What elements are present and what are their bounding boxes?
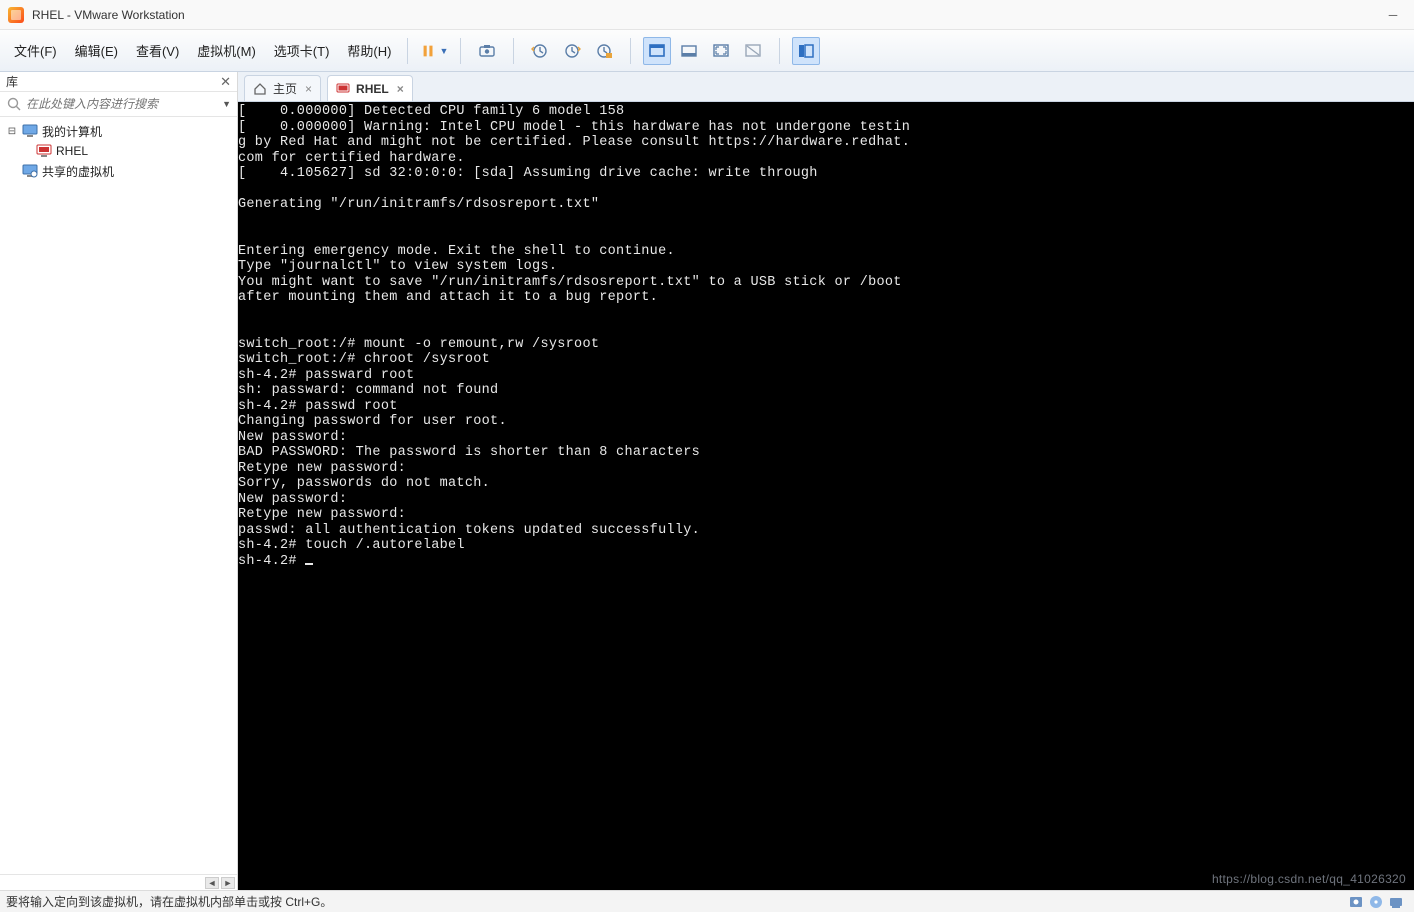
- menu-vm[interactable]: 虚拟机(M): [191, 37, 262, 64]
- tree-row-my-computer[interactable]: ⊟ 我的计算机: [0, 121, 237, 141]
- tab-label: RHEL: [356, 82, 389, 96]
- tree-row-rhel[interactable]: RHEL: [0, 141, 237, 161]
- sidebar-title: 库: [6, 73, 18, 90]
- clock-manage-icon: [595, 42, 613, 60]
- snapshot-back-button[interactable]: [526, 37, 554, 65]
- vm-icon: [36, 144, 52, 158]
- view-console-button[interactable]: [643, 37, 671, 65]
- window-controls: ─: [1386, 8, 1406, 22]
- home-icon: [253, 82, 267, 96]
- sidebar-search: ▼: [0, 92, 237, 117]
- tree-toggle-icon[interactable]: ⊟: [6, 126, 18, 137]
- view-unity-button[interactable]: [675, 37, 703, 65]
- tree-label: 共享的虚拟机: [42, 163, 114, 180]
- sidebar: 库 ✕ ▼ ⊟ 我的计算机 RHEL 共享的虚拟机: [0, 72, 238, 890]
- window-title: RHEL - VMware Workstation: [32, 8, 1386, 22]
- menu-help[interactable]: 帮助(H): [341, 37, 397, 64]
- view-fullscreen-button[interactable]: [707, 37, 735, 65]
- tab-label: 主页: [273, 80, 297, 97]
- search-input[interactable]: [26, 97, 218, 111]
- tab-home[interactable]: 主页 ×: [244, 75, 321, 101]
- toolbar-separator: [407, 38, 408, 64]
- pause-icon: [420, 42, 436, 60]
- main-area: 库 ✕ ▼ ⊟ 我的计算机 RHEL 共享的虚拟机: [0, 72, 1414, 890]
- shared-vm-icon: [22, 164, 38, 178]
- menubar: 文件(F) 编辑(E) 查看(V) 虚拟机(M) 选项卡(T) 帮助(H) ▼: [0, 30, 1414, 72]
- tree-label: RHEL: [56, 144, 88, 158]
- chevron-down-icon: ▼: [440, 46, 449, 56]
- disk-tray-icon[interactable]: [1348, 894, 1364, 910]
- view-stretch-icon: [744, 42, 762, 60]
- sidebar-tree: ⊟ 我的计算机 RHEL 共享的虚拟机: [0, 117, 237, 874]
- sidebar-scrollbar: ◄ ►: [0, 874, 237, 890]
- scroll-right-button[interactable]: ►: [221, 877, 235, 889]
- vm-tab-icon: [336, 82, 350, 96]
- library-view-icon: [797, 42, 815, 60]
- menu-view[interactable]: 查看(V): [130, 37, 185, 64]
- tab-close-button[interactable]: ×: [305, 82, 312, 96]
- clock-forward-icon: [563, 42, 581, 60]
- sidebar-close-button[interactable]: ✕: [220, 74, 231, 90]
- tab-close-button[interactable]: ×: [397, 82, 404, 96]
- tabstrip: 主页 × RHEL ×: [238, 72, 1414, 102]
- tab-rhel[interactable]: RHEL ×: [327, 75, 413, 101]
- cd-tray-icon[interactable]: [1368, 894, 1384, 910]
- content-area: 主页 × RHEL × [ 0.000000] Detected CPU fam…: [238, 72, 1414, 890]
- sidebar-header: 库 ✕: [0, 72, 237, 92]
- titlebar: RHEL - VMware Workstation ─: [0, 0, 1414, 30]
- snapshot-manage-button[interactable]: [590, 37, 618, 65]
- toolbar-separator: [779, 38, 780, 64]
- tray-icons: [1348, 894, 1408, 910]
- minimize-button[interactable]: ─: [1386, 8, 1400, 22]
- toolbar-separator: [513, 38, 514, 64]
- clock-back-icon: [531, 42, 549, 60]
- snapshot-icon: [478, 42, 496, 60]
- view-console-icon: [648, 42, 666, 60]
- terminal-console[interactable]: [ 0.000000] Detected CPU family 6 model …: [238, 102, 1414, 890]
- menu-edit[interactable]: 编辑(E): [69, 37, 124, 64]
- snapshot-button[interactable]: [473, 37, 501, 65]
- tree-row-shared[interactable]: 共享的虚拟机: [0, 161, 237, 181]
- pause-button[interactable]: ▼: [420, 37, 448, 65]
- network-tray-icon[interactable]: [1388, 894, 1404, 910]
- menu-tabs[interactable]: 选项卡(T): [268, 37, 336, 64]
- toolbar-separator: [630, 38, 631, 64]
- view-stretch-button[interactable]: [739, 37, 767, 65]
- search-icon: [6, 96, 22, 112]
- status-text: 要将输入定向到该虚拟机，请在虚拟机内部单击或按 Ctrl+G。: [6, 893, 1348, 910]
- view-fullscreen-icon: [712, 42, 730, 60]
- snapshot-forward-button[interactable]: [558, 37, 586, 65]
- menu-file[interactable]: 文件(F): [8, 37, 63, 64]
- toolbar-separator: [460, 38, 461, 64]
- app-icon: [8, 7, 24, 23]
- tree-label: 我的计算机: [42, 123, 102, 140]
- statusbar: 要将输入定向到该虚拟机，请在虚拟机内部单击或按 Ctrl+G。: [0, 890, 1414, 912]
- search-dropdown-button[interactable]: ▼: [222, 99, 231, 109]
- library-view-button[interactable]: [792, 37, 820, 65]
- computer-icon: [22, 124, 38, 138]
- scroll-left-button[interactable]: ◄: [205, 877, 219, 889]
- view-unity-icon: [680, 42, 698, 60]
- menu-items: 文件(F) 编辑(E) 查看(V) 虚拟机(M) 选项卡(T) 帮助(H): [8, 37, 397, 64]
